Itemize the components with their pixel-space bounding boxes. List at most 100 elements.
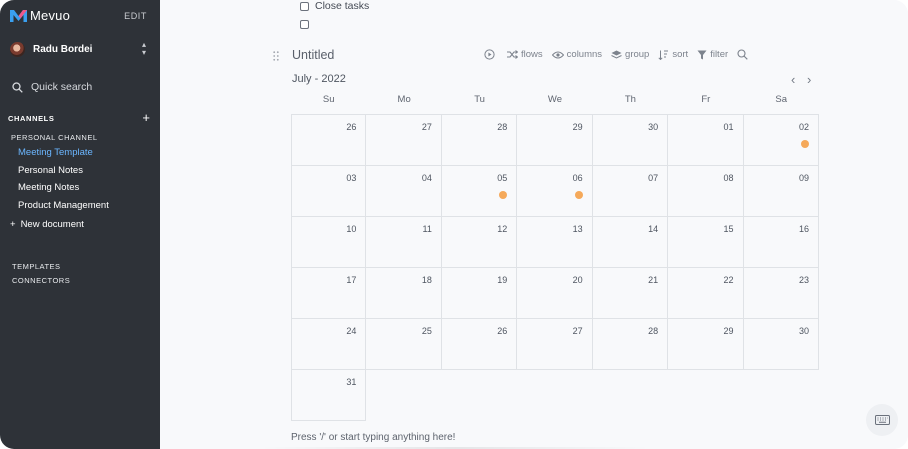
calendar-day-cell[interactable]: 23 [743,268,819,319]
play-circle-icon [484,49,495,60]
event-dot[interactable] [499,191,508,199]
calendar-day-cell[interactable]: 22 [668,268,744,319]
calendar-day-cell[interactable]: 27 [517,319,593,370]
user-switcher[interactable]: Radu Bordei ▴ ▾ [10,40,150,58]
calendar-day-cell[interactable]: 29 [668,319,744,370]
calendar-day-cell[interactable]: 26 [441,319,518,370]
calendar-day-cell[interactable]: 26 [291,115,367,166]
day-number: 04 [421,173,432,183]
search-icon [12,81,23,93]
calendar-day-cell[interactable]: 10 [291,217,367,268]
calendar-day-cell[interactable]: 30 [592,115,669,166]
calendar-day-cell[interactable]: 20 [517,268,593,319]
keyboard-shortcuts-button[interactable] [866,404,898,436]
layers-icon [611,50,622,59]
keyboard-icon [874,415,890,425]
calendar-day-cell[interactable]: 03 [291,166,367,217]
app-window: Mevuo EDIT Radu Bordei ▴ ▾ Quick search C… [0,0,908,449]
calendar-day-cell[interactable]: 27 [366,115,442,166]
eye-icon [551,51,564,58]
day-number: 28 [497,122,508,132]
day-number: 13 [572,224,583,234]
calendar-day-cell[interactable]: 04 [366,166,442,217]
task-item: Close tasks [300,0,369,12]
day-number: 28 [648,326,659,336]
calendar-day-cell[interactable]: 09 [743,166,819,217]
calendar-day-cell[interactable]: 30 [743,319,819,370]
calendar-day-cell[interactable]: 25 [366,319,442,370]
calendar-grid: Su Mo Tu We Th Fr Sa 26 27 28 29 30 01 02 03 04 05 06 07 0… [291,94,819,421]
day-number: 03 [346,173,357,183]
calendar-week: 10 11 12 13 14 15 16 [291,217,819,268]
templates-link[interactable]: TEMPLATES [12,262,61,271]
calendar-day-cell[interactable]: 21 [592,268,669,319]
new-document-button[interactable]: + New document [10,219,84,230]
updown-chevron-icon: ▴ ▾ [141,40,146,57]
calendar-day-cell[interactable]: 28 [441,115,518,166]
event-dot[interactable] [800,140,809,148]
connectors-link[interactable]: CONNECTORS [12,276,70,285]
view-title[interactable]: Untitled [292,48,334,62]
calendar-day-cell[interactable]: 06 [517,166,593,217]
calendar-day-cell[interactable]: 02 [743,115,819,166]
calendar-day-cell[interactable]: 05 [441,166,518,217]
day-number: 21 [648,275,659,285]
quick-search[interactable]: Quick search [12,81,92,93]
day-number: 06 [572,173,583,183]
plus-icon: + [10,219,16,230]
brand[interactable]: Mevuo [10,8,70,23]
calendar-day-cell[interactable]: 12 [441,217,518,268]
task-checkbox[interactable] [300,20,309,29]
calendar-day-cell[interactable]: 31 [291,370,367,421]
document-list: Meeting Template Personal Notes Meeting … [18,147,109,218]
calendar-day-cell[interactable]: 28 [592,319,669,370]
flows-button[interactable]: flows [507,49,543,60]
group-button[interactable]: group [611,49,649,60]
weekday-label: Fr [701,94,711,105]
chevron-left-icon[interactable]: ‹ [791,73,795,86]
brand-name: Mevuo [30,8,71,23]
calendar-day-cell[interactable]: 11 [366,217,442,268]
columns-button[interactable]: columns [551,49,602,60]
day-number: 25 [421,326,432,336]
calendar-weeks: 26 27 28 29 30 01 02 03 04 05 06 07 08 09 10 11 12 13 14 15… [291,114,819,421]
channel-name[interactable]: PERSONAL CHANNEL [11,133,98,142]
calendar-day-cell[interactable]: 08 [668,166,744,217]
calendar-day-cell[interactable]: 01 [668,115,744,166]
group-label: group [625,49,650,60]
editor-prompt[interactable]: Press '/' or start typing anything here! [291,432,455,443]
calendar-day-cell[interactable]: 07 [592,166,669,217]
chevron-right-icon[interactable]: › [807,73,811,86]
sort-button[interactable]: sort [658,49,688,60]
edit-button[interactable]: EDIT [124,11,147,21]
calendar-day-cell[interactable]: 18 [366,268,442,319]
mevuo-logo-icon [10,9,27,22]
task-checkbox[interactable] [300,1,309,11]
day-number: 02 [798,122,809,132]
event-dot[interactable] [574,191,583,199]
filter-button[interactable]: filter [697,49,728,60]
user-name: Radu Bordei [33,43,93,55]
calendar-day-cell[interactable]: 24 [291,319,367,370]
calendar-day-cell[interactable]: 29 [517,115,593,166]
add-channel-button[interactable]: + [142,111,150,124]
calendar-day-cell[interactable]: 14 [592,217,669,268]
day-number: 09 [798,173,809,183]
play-button[interactable] [484,49,498,60]
channels-heading: CHANNELS [8,114,55,123]
calendar-day-cell[interactable]: 15 [668,217,744,268]
drag-handle-icon[interactable] [273,51,279,61]
search-view-button[interactable] [737,49,751,60]
calendar-day-cell[interactable]: 19 [441,268,518,319]
day-number: 08 [723,173,734,183]
calendar-day-cell[interactable]: 16 [743,217,819,268]
sidebar-item-product-management[interactable]: Product Management [18,200,109,218]
sidebar-item-meeting-notes[interactable]: Meeting Notes [18,182,109,200]
sidebar-item-meeting-template[interactable]: Meeting Template [18,147,109,165]
calendar-day-cell[interactable]: 13 [517,217,593,268]
sidebar-item-personal-notes[interactable]: Personal Notes [18,165,109,183]
task-label[interactable]: Close tasks [315,0,369,12]
calendar-day-cell[interactable]: 17 [291,268,367,319]
task-item [300,20,315,29]
day-number: 15 [723,224,734,234]
